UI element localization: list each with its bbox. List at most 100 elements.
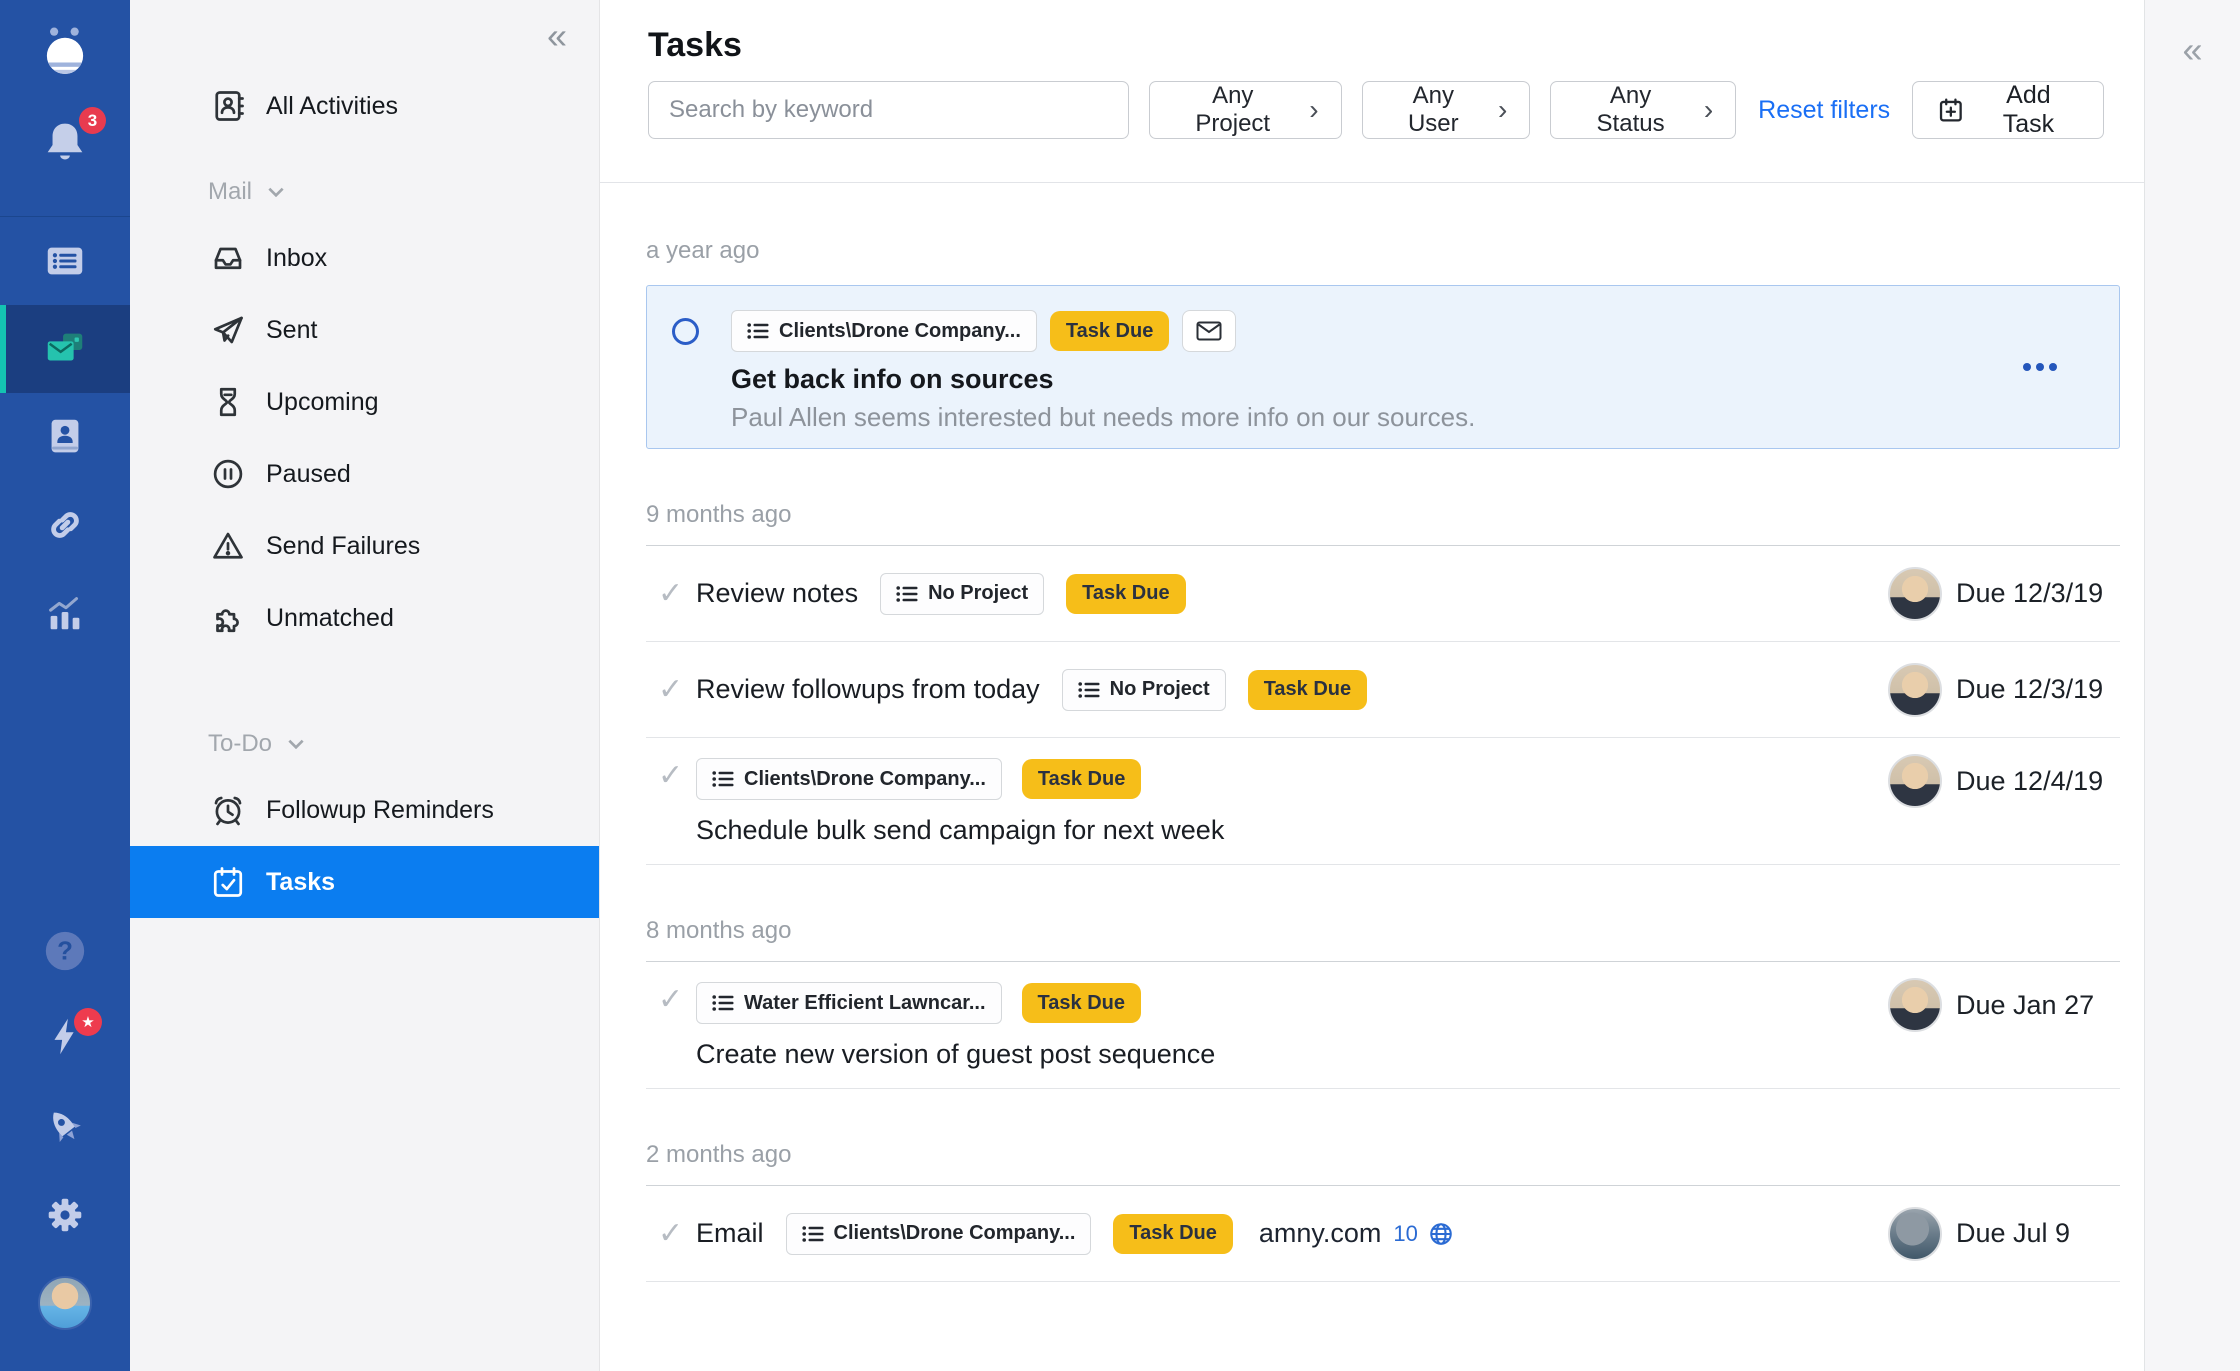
sidebar-item-label: Paused	[266, 460, 351, 489]
sidebar-item-tasks[interactable]: Tasks	[130, 846, 599, 918]
chevron-down-icon	[268, 187, 284, 197]
whats-new-button[interactable]: ★	[0, 995, 130, 1083]
project-chip[interactable]: Clients\Drone Company...	[786, 1213, 1092, 1255]
due-date: Due 12/4/19	[1956, 766, 2103, 797]
filter-any-status[interactable]: Any Status ›	[1550, 81, 1736, 139]
contacts-icon	[42, 414, 88, 460]
rocket-icon	[42, 1104, 88, 1150]
envelope-icon	[1196, 321, 1222, 341]
chevron-right-icon: ›	[1704, 96, 1713, 124]
sidebar-collapse-icon[interactable]: «	[547, 18, 567, 54]
app-logo-icon[interactable]	[36, 22, 94, 80]
reset-filters-link[interactable]: Reset filters	[1758, 96, 1890, 125]
right-panel-collapse-icon[interactable]: «	[2182, 32, 2202, 68]
task-row[interactable]: ✓ Review notes No Project Task Due Due 1…	[646, 546, 2120, 641]
filter-label: Any Status	[1573, 82, 1688, 138]
assignee-avatar	[1888, 663, 1942, 717]
sidebar-item-send-failures[interactable]: Send Failures	[130, 510, 599, 582]
right-panel: «	[2144, 0, 2240, 1371]
task-menu-button[interactable]	[2017, 357, 2063, 377]
rail-item-reports[interactable]	[0, 569, 130, 657]
task-row[interactable]: ✓ Clients\Drone Company... Task Due Sche…	[646, 738, 2120, 864]
due-date: Due Jan 27	[1956, 990, 2094, 1021]
section-label-text: To-Do	[208, 730, 272, 758]
chevron-right-icon: ›	[1309, 96, 1318, 124]
section-mail[interactable]: Mail	[130, 178, 599, 206]
task-row[interactable]: ✓ Email Clients\Drone Company... Task Du…	[646, 1186, 2120, 1281]
status-badge: Task Due	[1022, 759, 1141, 799]
calendar-plus-icon	[1937, 96, 1965, 124]
notifications-button[interactable]: 3	[39, 116, 91, 168]
chart-icon	[42, 590, 88, 636]
main-panel: Tasks Any Project › Any User › Any Statu…	[600, 0, 2144, 1371]
search-input[interactable]	[648, 81, 1129, 139]
sidebar-item-label: All Activities	[266, 92, 398, 121]
rail-item-contacts[interactable]	[0, 393, 130, 481]
filter-any-user[interactable]: Any User ›	[1362, 81, 1531, 139]
task-row[interactable]: ✓ Water Efficient Lawncar... Task Due Cr…	[646, 962, 2120, 1088]
sidebar-item-label: Send Failures	[266, 532, 420, 561]
sidebar-item-sent[interactable]: Sent	[130, 294, 599, 366]
user-menu-button[interactable]	[0, 1259, 130, 1347]
project-chip[interactable]: Water Efficient Lawncar...	[696, 982, 1002, 1024]
row-divider	[646, 1088, 2120, 1089]
add-task-button[interactable]: Add Task	[1912, 81, 2104, 139]
project-chip[interactable]: Clients\Drone Company...	[731, 310, 1037, 352]
filter-any-project[interactable]: Any Project ›	[1149, 81, 1341, 139]
project-chip[interactable]: No Project	[1062, 669, 1226, 711]
sidebar-item-inbox[interactable]: Inbox	[130, 222, 599, 294]
project-chip-label: Clients\Drone Company...	[744, 768, 986, 791]
sidebar-item-upcoming[interactable]: Upcoming	[130, 366, 599, 438]
rail-item-link[interactable]	[0, 481, 130, 569]
checkmark-icon[interactable]: ✓	[658, 672, 696, 707]
email-button[interactable]	[1182, 310, 1236, 352]
list-icon	[802, 1225, 824, 1243]
row-divider	[646, 864, 2120, 865]
pause-circle-icon	[210, 456, 246, 492]
address-book-icon	[210, 88, 246, 124]
checkmark-icon[interactable]: ✓	[658, 1216, 696, 1251]
help-button[interactable]: ?	[0, 907, 130, 995]
page-header: Tasks Any Project › Any User › Any Statu…	[600, 0, 2144, 183]
project-chip[interactable]: No Project	[880, 573, 1044, 615]
sidebar-item-unmatched[interactable]: Unmatched	[130, 582, 599, 654]
link-icon	[42, 502, 88, 548]
list-icon	[896, 585, 918, 603]
inbox-icon	[210, 240, 246, 276]
checkmark-icon[interactable]: ✓	[658, 758, 696, 793]
list-icon	[747, 322, 769, 340]
sidebar-item-followup-reminders[interactable]: Followup Reminders	[130, 774, 599, 846]
checkmark-icon[interactable]: ✓	[658, 576, 696, 611]
globe-icon[interactable]	[1428, 1221, 1454, 1247]
page-title: Tasks	[648, 26, 2104, 65]
upgrade-button[interactable]	[0, 1083, 130, 1171]
sidebar-item-label: Inbox	[266, 244, 327, 273]
recipient-domain[interactable]: amny.com	[1259, 1218, 1382, 1249]
project-chip[interactable]: Clients\Drone Company...	[696, 758, 1002, 800]
status-badge: Task Due	[1248, 670, 1367, 710]
sidebar-item-all-activities[interactable]: All Activities	[130, 70, 599, 142]
svg-text:?: ?	[57, 938, 73, 966]
group-header: 8 months ago	[646, 917, 2120, 945]
status-badge: Task Due	[1022, 983, 1141, 1023]
rail-item-campaigns[interactable]	[0, 305, 130, 393]
task-complete-radio[interactable]	[672, 318, 699, 345]
notification-badge: 3	[79, 107, 106, 134]
task-title: Review followups from today	[696, 674, 1040, 705]
task-title: Review notes	[696, 578, 858, 609]
section-todo[interactable]: To-Do	[130, 730, 599, 758]
task-row[interactable]: ✓ Review followups from today No Project…	[646, 642, 2120, 737]
assignee-avatar	[1888, 754, 1942, 808]
rail-item-queue[interactable]	[0, 217, 130, 305]
calendar-check-icon	[210, 864, 246, 900]
featured-task-card[interactable]: Clients\Drone Company... Task Due Get ba…	[646, 285, 2120, 449]
assignee-avatar	[1888, 978, 1942, 1032]
nav-sidebar: « All Activities Mail Inbox	[130, 0, 600, 1371]
app-rail: 3	[0, 0, 130, 1371]
filter-label: Any Project	[1172, 82, 1293, 138]
checkmark-icon[interactable]: ✓	[658, 982, 696, 1017]
group-header: a year ago	[646, 237, 2120, 265]
sidebar-item-paused[interactable]: Paused	[130, 438, 599, 510]
settings-button[interactable]	[0, 1171, 130, 1259]
recipient-count[interactable]: 10	[1393, 1221, 1417, 1247]
